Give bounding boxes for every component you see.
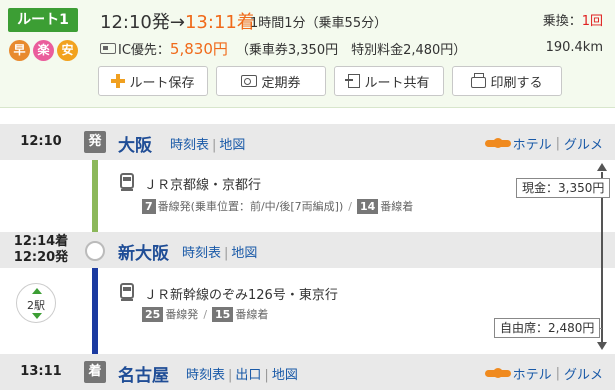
timetable-link[interactable]: 時刻表 — [182, 246, 221, 261]
gourmet-link[interactable]: グルメ — [564, 134, 603, 153]
fastest-badge: 早 — [9, 40, 30, 61]
hotel-icon — [484, 367, 511, 380]
route-tab[interactable]: ルート1 — [8, 8, 78, 32]
departure-time: 12:10 — [20, 134, 62, 149]
print-button[interactable]: 印刷する — [452, 66, 562, 96]
share-icon — [345, 74, 361, 88]
train-name: ＪＲ新幹線のぞみ126号・東京行 — [144, 288, 338, 303]
print-label: 印刷する — [490, 75, 543, 91]
expand-down-icon — [32, 313, 42, 319]
station-links: 時刻表 | 地図 — [182, 246, 258, 261]
platform-info: 25 番線発 / 15 番線着 — [142, 306, 268, 322]
station-row-osaka: 12:10 発 大阪 時刻表 | 地図 ホテル | グルメ — [0, 124, 615, 160]
train-icon — [120, 283, 134, 301]
timetable-link[interactable]: 時刻表 — [170, 138, 209, 153]
station-links: 時刻表 | 地図 — [170, 138, 246, 153]
map-link[interactable]: 地図 — [272, 368, 298, 383]
save-route-button[interactable]: ルート保存 — [98, 66, 208, 96]
printer-icon — [471, 72, 487, 88]
cash-fare: 現金：3,350円 — [516, 178, 611, 198]
arrive-time: 13:11着 — [184, 12, 255, 33]
station-row-nagoya: 13:11 着 名古屋 時刻表 | 出口 | 地図 ホテル | グルメ — [0, 354, 615, 390]
transfer-node — [85, 241, 105, 261]
transfer-value: 1回 — [581, 14, 603, 29]
hotel-link[interactable]: ホテル — [513, 134, 552, 153]
station-name-nagoya[interactable]: 名古屋 — [118, 361, 169, 386]
transfer-label: 乗換： — [542, 14, 582, 29]
arrow: → — [169, 12, 185, 33]
bracket-arrow-up — [597, 163, 607, 171]
gourmet-link[interactable]: グルメ — [564, 364, 603, 383]
shinkansen-line — [92, 256, 98, 356]
arrive-marker: 着 — [84, 361, 106, 383]
pass-card-icon — [241, 75, 258, 87]
arrival-time: 12:14着 — [13, 234, 69, 249]
hotel-link[interactable]: ホテル — [513, 364, 552, 383]
stop-count: 2駅 — [27, 299, 45, 312]
commuter-pass-button[interactable]: 定期券 — [216, 66, 326, 96]
departure-platform-text: 番線発 — [165, 308, 199, 321]
depart-marker: 発 — [84, 131, 106, 153]
bracket-arrow-down — [597, 342, 607, 350]
ic-label: IC優先： — [118, 43, 170, 58]
transfer-times: 12:14着 12:20発 — [0, 234, 82, 266]
jr-kyoto-line — [92, 160, 98, 240]
depart-time: 12:10発 — [100, 12, 170, 33]
expand-up-icon — [32, 288, 42, 294]
station-name-shin-osaka[interactable]: 新大阪 — [118, 239, 169, 264]
route-summary: ルート1 早 楽 安 12:10発→13:11着 1時間1分（乗車55分） 乗換… — [0, 0, 615, 108]
transfer-count: 乗換：1回 — [543, 10, 603, 29]
save-route-label: ルート保存 — [129, 75, 195, 91]
departure-platform: 7 — [142, 198, 156, 214]
distance: 190.4km — [545, 40, 603, 55]
timetable-link[interactable]: 時刻表 — [186, 368, 225, 383]
share-route-button[interactable]: ルート共有 — [334, 66, 444, 96]
hotel-gourmet-links: ホテル | グルメ — [484, 134, 603, 153]
map-link[interactable]: 地図 — [231, 246, 257, 261]
route-badges: 早 楽 安 — [9, 40, 78, 61]
ic-card-icon — [100, 43, 116, 54]
easiest-badge: 楽 — [33, 40, 54, 61]
exit-link[interactable]: 出口 — [235, 368, 261, 383]
station-links: 時刻表 | 出口 | 地図 — [186, 368, 298, 383]
share-route-label: ルート共有 — [364, 75, 430, 91]
departure-platform: 25 — [142, 306, 164, 322]
non-reserved-fare: 自由席：2,480円 — [494, 318, 601, 338]
hotel-gourmet-links: ホテル | グルメ — [484, 364, 603, 383]
duration: 1時間1分（乗車55分） — [250, 16, 388, 31]
fare-breakdown: （乗車券3,350円 特別料金2,480円） — [235, 43, 467, 58]
plus-icon — [111, 74, 126, 88]
map-link[interactable]: 地図 — [219, 138, 245, 153]
route-times: 12:10発→13:11着 — [100, 8, 255, 34]
commuter-pass-label: 定期券 — [261, 75, 301, 91]
station-name-osaka[interactable]: 大阪 — [118, 131, 152, 156]
arrival-time: 13:11 — [20, 364, 62, 379]
train-name: ＪＲ京都線・京都行 — [144, 178, 262, 193]
platform-info: 7 番線発(乗車位置：前/中/後[7両編成]) / 14 番線着 — [142, 198, 413, 214]
cheapest-badge: 安 — [57, 40, 78, 61]
fare-summary: IC優先： 5,830円 （乗車券3,350円 特別料金2,480円） — [100, 38, 466, 59]
action-buttons: ルート保存 定期券 ルート共有 印刷する — [98, 66, 562, 96]
train-icon — [120, 173, 134, 191]
departure-time: 12:20発 — [13, 250, 69, 265]
arrival-platform-text: 番線着 — [380, 200, 414, 213]
stops-toggle[interactable]: 2駅 — [16, 283, 56, 323]
arrival-platform-text: 番線着 — [235, 308, 269, 321]
arrival-platform: 15 — [212, 306, 234, 322]
spacer — [0, 108, 615, 124]
departure-platform-text: 番線発(乗車位置：前/中/後[7両編成]) — [157, 200, 344, 213]
hotel-icon — [484, 137, 511, 150]
total-fare: 5,830円 — [169, 40, 228, 58]
arrival-platform: 14 — [356, 198, 379, 214]
